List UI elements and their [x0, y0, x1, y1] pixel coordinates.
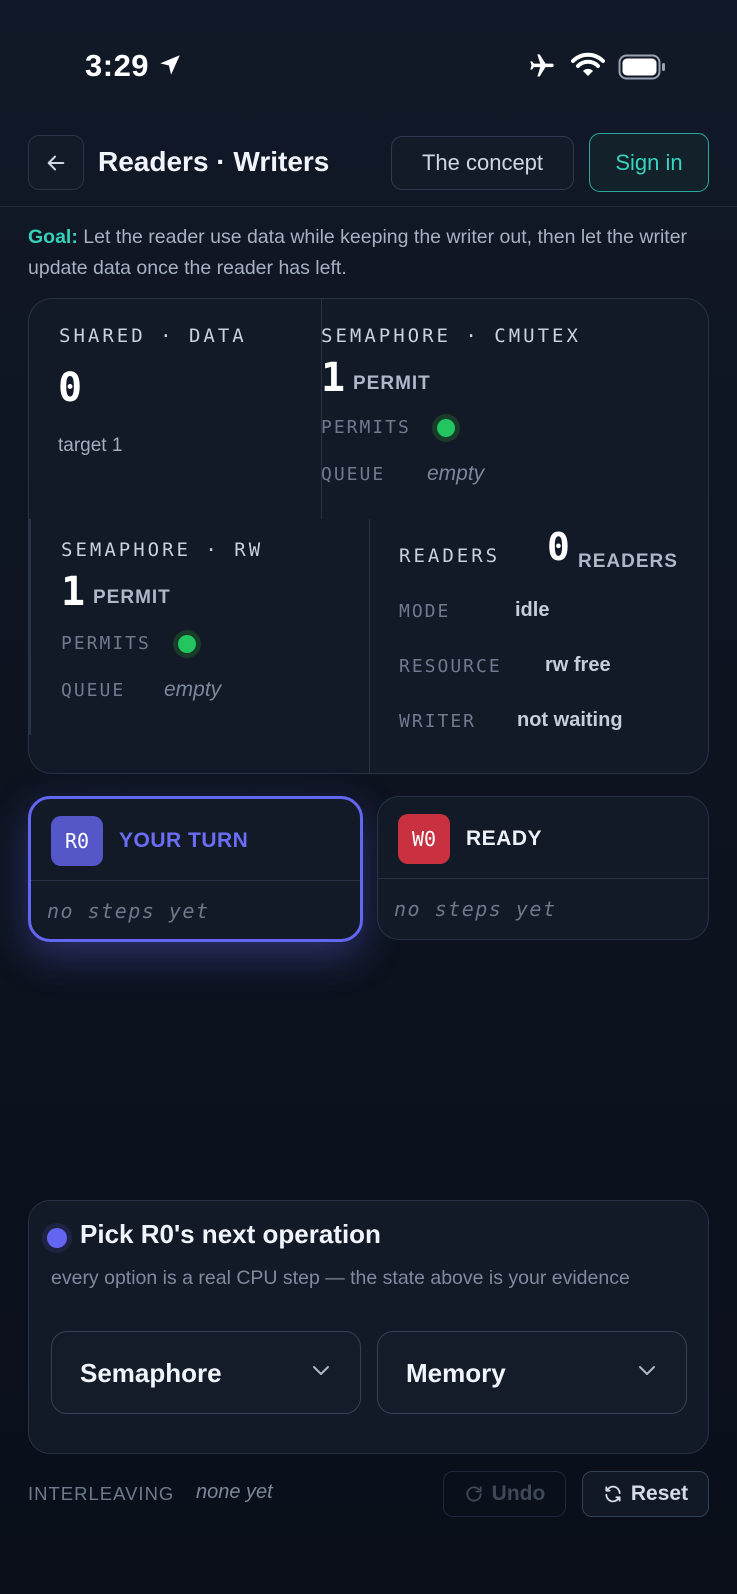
- rw-unit: PERMIT: [93, 587, 171, 608]
- divider: [29, 519, 31, 735]
- divider: [369, 519, 370, 773]
- mode-key: MODE: [399, 601, 451, 622]
- cmutex-count: 1: [321, 355, 346, 401]
- pick-subtitle: every option is a real CPU step — the st…: [51, 1267, 630, 1289]
- goal-label: Goal:: [28, 226, 78, 248]
- select-label: Semaphore: [80, 1358, 222, 1388]
- thread-steps-w0: no steps yet: [394, 897, 557, 921]
- undo-icon: [466, 1486, 482, 1502]
- interleaving-label: INTERLEAVING: [28, 1483, 175, 1504]
- shared-data-label: SHARED · DATA: [59, 325, 247, 347]
- goal-description: Let the reader use data while keeping th…: [28, 226, 688, 279]
- status-time: 3:29: [85, 48, 150, 83]
- chevron-down-icon: [639, 1366, 655, 1375]
- state-card: SHARED · DATA 0 target 1 SEMAPHORE · CMU…: [28, 298, 709, 774]
- header-divider: [0, 206, 737, 207]
- active-indicator-dot: [47, 1228, 67, 1248]
- writer-key: WRITER: [399, 711, 477, 732]
- airplane-icon: [530, 54, 554, 77]
- thread-card-r0[interactable]: R0 YOUR TURN no steps yet: [28, 796, 363, 942]
- readers-count: 0: [547, 525, 570, 569]
- rw-permit-dot: [175, 632, 199, 656]
- rw-queue-key: QUEUE: [61, 680, 126, 701]
- wifi-icon: [571, 52, 605, 76]
- readers-label: READERS: [399, 545, 501, 567]
- cmutex-queue-key: QUEUE: [321, 464, 386, 485]
- thread-card-w0[interactable]: W0 READY no steps yet: [377, 796, 709, 940]
- readers-unit: READERS: [578, 551, 678, 572]
- thread-badge-w0: W0: [398, 814, 450, 864]
- page-title: Readers · Writers: [98, 146, 330, 177]
- resource-value: rw free: [545, 654, 611, 676]
- rw-label: SEMAPHORE · RW: [61, 539, 264, 561]
- header: Readers · Writers The concept Sign in: [0, 133, 737, 208]
- thread-steps-r0: no steps yet: [47, 899, 210, 923]
- chevron-down-icon: [313, 1366, 329, 1375]
- thread-header: W0 READY: [378, 797, 708, 879]
- pick-operation-card: Pick R0's next operation every option is…: [28, 1200, 709, 1454]
- thread-status-w0: READY: [466, 827, 543, 850]
- mode-value: idle: [515, 599, 550, 621]
- cmutex-queue-value: empty: [427, 462, 485, 485]
- thread-status-r0: YOUR TURN: [119, 829, 249, 852]
- thread-badge-r0: R0: [51, 816, 103, 866]
- resource-key: RESOURCE: [399, 656, 502, 677]
- battery-icon: [618, 54, 665, 80]
- semaphore-select[interactable]: Semaphore: [51, 1331, 361, 1414]
- cmutex-label: SEMAPHORE · CMUTEX: [321, 325, 581, 347]
- thread-header: R0 YOUR TURN: [31, 799, 360, 881]
- pick-title: Pick R0's next operation: [80, 1219, 381, 1249]
- goal-text: Goal: Let the reader use data while keep…: [28, 222, 718, 284]
- undo-label: Undo: [491, 1482, 546, 1505]
- status-bar: 3:29: [0, 0, 737, 130]
- arrow-left-icon: [47, 155, 65, 170]
- reset-button[interactable]: Reset: [582, 1471, 709, 1517]
- shared-data-value: 0: [58, 365, 83, 411]
- select-label: Memory: [406, 1358, 506, 1388]
- cmutex-unit: PERMIT: [353, 373, 431, 394]
- refresh-icon: [605, 1485, 621, 1503]
- writer-value: not waiting: [517, 709, 623, 731]
- cmutex-permit-dot: [434, 416, 458, 440]
- concept-button[interactable]: The concept: [391, 136, 574, 190]
- undo-button[interactable]: Undo: [443, 1471, 566, 1517]
- rw-permits-key: PERMITS: [61, 633, 151, 654]
- memory-select[interactable]: Memory: [377, 1331, 687, 1414]
- cmutex-permits-key: PERMITS: [321, 417, 411, 438]
- rw-queue-value: empty: [164, 678, 222, 701]
- shared-data-target: target 1: [58, 435, 123, 456]
- rw-count: 1: [61, 569, 86, 615]
- interleaving-value: none yet: [196, 1481, 273, 1503]
- reset-label: Reset: [630, 1482, 689, 1505]
- sign-in-button[interactable]: Sign in: [589, 133, 709, 192]
- location-arrow-icon: [160, 55, 180, 75]
- back-button[interactable]: [28, 135, 84, 190]
